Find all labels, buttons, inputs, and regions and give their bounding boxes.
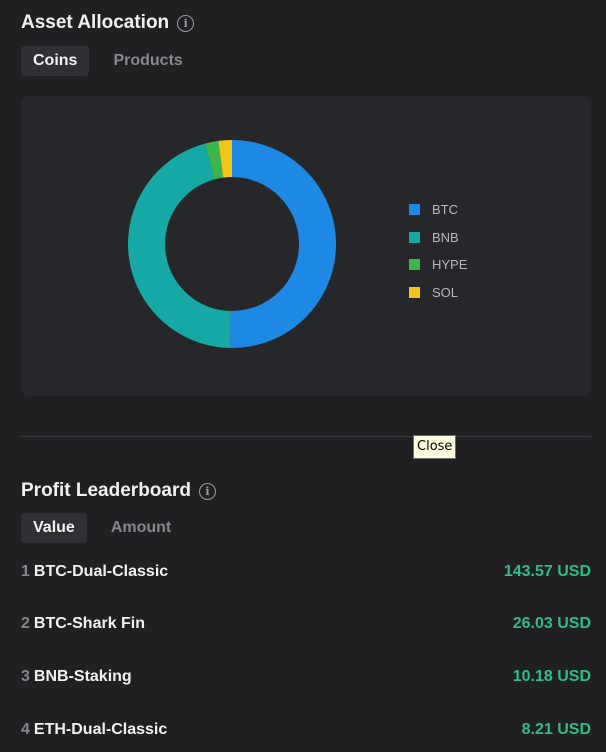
tab-coins[interactable]: Coins	[21, 46, 90, 76]
legend-label: HYPE	[432, 257, 468, 273]
legend-item-bnb[interactable]: BNB	[409, 224, 467, 252]
row-product: BNB-Staking	[33, 668, 132, 685]
tab-value[interactable]: Value	[21, 513, 87, 543]
row-product: BTC-Shark Fin	[33, 615, 146, 632]
info-circle-icon[interactable]: i	[177, 14, 195, 32]
section-divider	[21, 436, 591, 437]
row-product: ETH-Dual-Classic	[33, 721, 168, 738]
leaderboard-tabs: Value Amount	[21, 513, 195, 543]
info-circle-icon[interactable]: i	[198, 482, 216, 500]
legend-item-sol[interactable]: SOL	[409, 279, 467, 307]
legend-label: BNB	[432, 229, 459, 245]
asset-allocation-tabs: Coins Products	[21, 46, 207, 76]
legend-swatch	[409, 259, 420, 271]
legend-swatch	[409, 286, 420, 298]
legend-label: SOL	[432, 284, 459, 300]
legend-swatch	[409, 204, 420, 216]
legend-label: BTC	[432, 202, 458, 218]
asset-allocation-title-text: Asset Allocation	[21, 12, 170, 33]
profit-leaderboard-title: Profit Leaderboard i	[21, 480, 216, 502]
leaderboard-row[interactable]: 1 BTC-Dual-Classic 143.57 USD	[21, 563, 591, 581]
allocation-chart-card: BTC BNB HYPE SOL	[21, 96, 591, 396]
leaderboard-row[interactable]: 3 BNB-Staking 10.18 USD	[21, 668, 591, 686]
row-profit: 8.21 USD	[521, 721, 591, 738]
profit-leaderboard-title-text: Profit Leaderboard	[21, 480, 191, 501]
allocation-legend: BTC BNB HYPE SOL	[409, 196, 467, 306]
legend-swatch	[409, 231, 420, 243]
close-tooltip: Close	[413, 435, 457, 459]
asset-allocation-title: Asset Allocation i	[21, 12, 195, 34]
legend-item-btc[interactable]: BTC	[409, 196, 467, 224]
leaderboard-row[interactable]: 2 BTC-Shark Fin 26.03 USD	[21, 615, 591, 633]
donut-slice-btc[interactable]	[230, 140, 336, 348]
row-product: BTC-Dual-Classic	[33, 563, 169, 580]
row-rank: 4	[21, 721, 30, 738]
row-rank: 2	[21, 615, 30, 632]
leaderboard-row[interactable]: 4 ETH-Dual-Classic 8.21 USD	[21, 721, 591, 739]
tab-products[interactable]: Products	[101, 46, 194, 76]
row-profit: 10.18 USD	[512, 668, 591, 685]
row-profit: 26.03 USD	[512, 615, 591, 632]
row-rank: 1	[21, 563, 30, 580]
row-rank: 3	[21, 668, 30, 685]
allocation-donut-chart	[128, 140, 336, 348]
tab-amount[interactable]: Amount	[99, 513, 183, 543]
row-profit: 143.57 USD	[503, 563, 591, 580]
legend-item-hype[interactable]: HYPE	[409, 251, 467, 279]
